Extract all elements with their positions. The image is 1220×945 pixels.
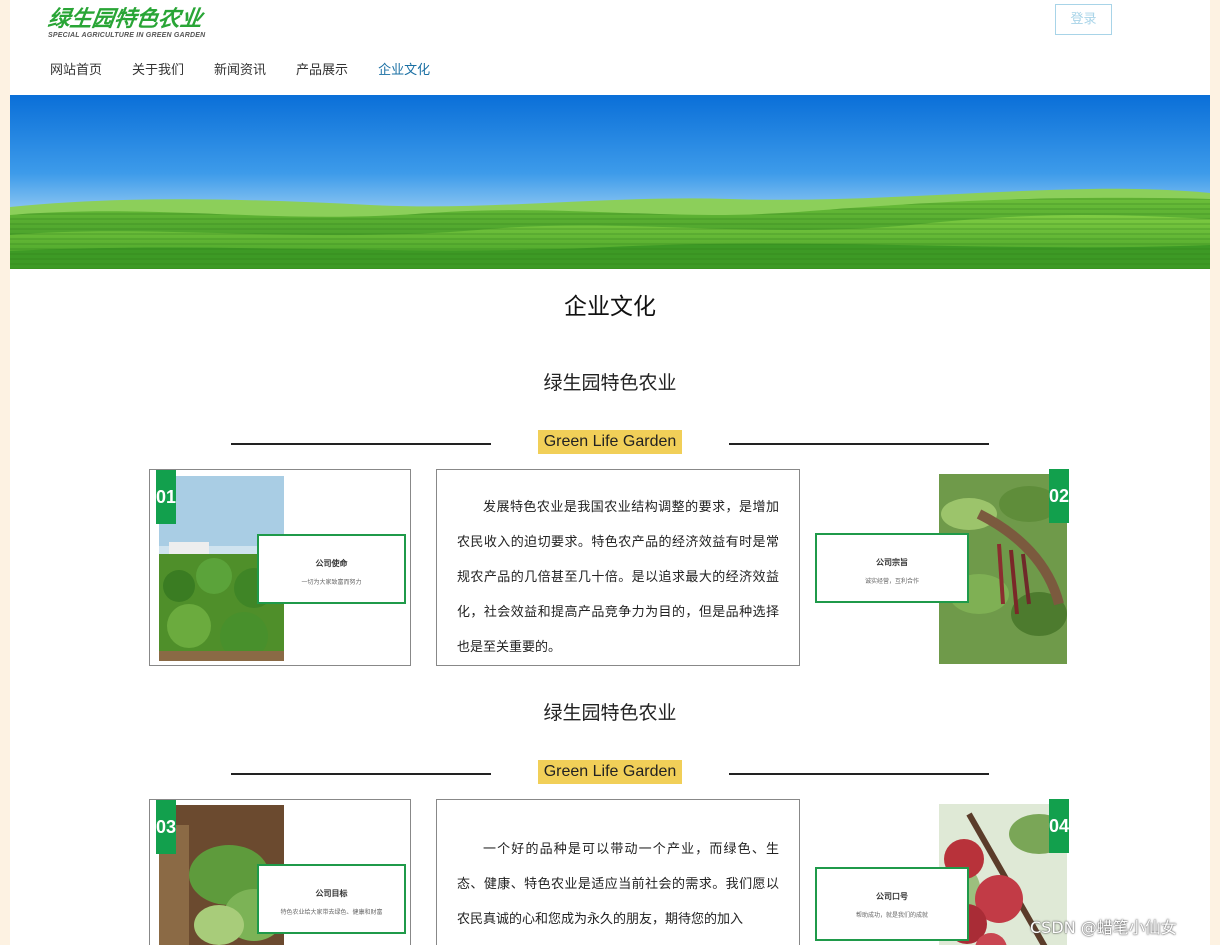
info-box: 公司目标 特色农业给大家带去绿色、健康和财富 [257, 864, 406, 934]
divider-line-right [729, 443, 989, 445]
number-badge: 01 [156, 470, 176, 524]
info-subtitle: 一切为大家致富而努力 [301, 579, 362, 586]
nav-item-news[interactable]: 新闻资讯 [214, 60, 266, 82]
watermark: CSDN @蜡笔小仙女 [1030, 918, 1177, 937]
info-subtitle: 特色农业给大家带去绿色、健康和财富 [280, 909, 383, 916]
hero-banner [10, 95, 1210, 269]
info-title: 公司宗旨 [876, 558, 908, 567]
login-button[interactable]: 登录 [1055, 4, 1112, 35]
logo-subtitle: SPECIAL AGRICULTURE IN GREEN GARDEN [48, 32, 206, 39]
number-badge: 02 [1049, 469, 1069, 523]
culture-card-mission: 01 公司使命 一切为大家致富而努力 [149, 469, 411, 666]
culture-card-goal: 03 公司目标 特色农业给大家带去绿色、健康和财富 [149, 799, 411, 945]
page-title: 企业文化 [564, 294, 656, 320]
culture-paragraph: 发展特色农业是我国农业结构调整的要求，是增加农民收入的迫切要求。特色农产品的经济… [457, 500, 779, 655]
divider-line-left [231, 443, 491, 445]
nav-item-about[interactable]: 关于我们 [132, 60, 184, 82]
divider-line-right [729, 773, 989, 775]
nav-item-home[interactable]: 网站首页 [50, 60, 102, 82]
logo-title: 绿生园特色农业 [46, 7, 204, 32]
nav-item-culture[interactable]: 企业文化 [378, 60, 430, 82]
culture-paragraph: 一个好的品种是可以带动一个产业，而绿色、生态、健康、特色农业是适应当前社会的需求… [457, 842, 779, 927]
section-title: 绿生园特色农业 [543, 702, 677, 724]
number-badge: 04 [1049, 799, 1069, 853]
page: 绿生园特色农业 SPECIAL AGRICULTURE IN GREEN GAR… [10, 0, 1210, 945]
culture-card-tenet: 02 公司宗旨 诚实经营，互利合作 [815, 469, 1069, 664]
divider-line-left [231, 773, 491, 775]
number-badge: 03 [156, 800, 176, 854]
info-box: 公司宗旨 诚实经营，互利合作 [815, 533, 969, 603]
section-title: 绿生园特色农业 [543, 372, 677, 394]
info-box: 公司使命 一切为大家致富而努力 [257, 534, 406, 604]
culture-text-card: 发展特色农业是我国农业结构调整的要求，是增加农民收入的迫切要求。特色农产品的经济… [436, 469, 800, 666]
nav-item-products[interactable]: 产品展示 [296, 60, 348, 82]
site-logo[interactable]: 绿生园特色农业 SPECIAL AGRICULTURE IN GREEN GAR… [46, 7, 208, 42]
info-title: 公司使命 [315, 559, 348, 568]
section-tag: Green Life Garden [538, 760, 682, 784]
banner-landscape-image [10, 95, 1210, 269]
section-tag: Green Life Garden [538, 430, 682, 454]
info-box: 公司口号 帮助成功，就是我们的成就 [815, 867, 969, 941]
info-subtitle: 诚实经营，互利合作 [864, 578, 919, 585]
info-title: 公司口号 [876, 892, 908, 901]
culture-text-card: 一个好的品种是可以带动一个产业，而绿色、生态、健康、特色农业是适应当前社会的需求… [436, 799, 800, 945]
main-nav: 网站首页 关于我们 新闻资讯 产品展示 企业文化 [50, 60, 460, 82]
info-title: 公司目标 [315, 889, 348, 898]
info-subtitle: 帮助成功，就是我们的成就 [855, 912, 928, 919]
